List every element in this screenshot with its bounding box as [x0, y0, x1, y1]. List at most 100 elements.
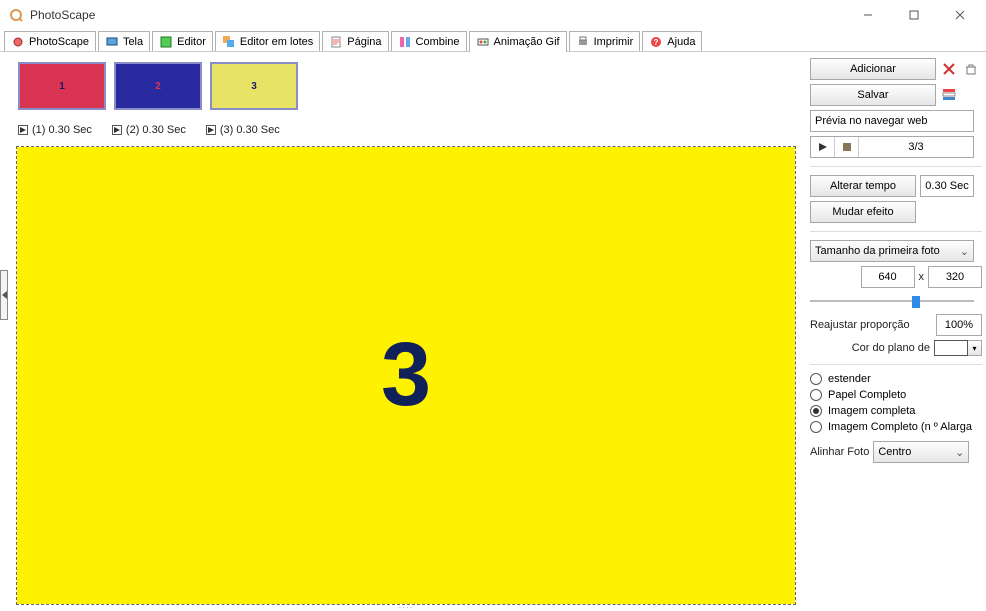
right-panel: Adicionar Salvar Prévia no navegar web 3…: [806, 52, 986, 609]
tab-label: Página: [347, 36, 381, 48]
slider-thumb[interactable]: [912, 296, 920, 308]
select-value: Centro: [878, 446, 911, 458]
frame-thumb-3[interactable]: 3: [210, 62, 298, 110]
tab-label: Imprimir: [594, 36, 634, 48]
radio-label: estender: [828, 373, 871, 385]
print-icon: [576, 35, 590, 49]
remove-frame-button[interactable]: [940, 60, 958, 78]
width-box[interactable]: 640: [861, 266, 915, 288]
bg-color-dropdown[interactable]: ▾: [968, 340, 982, 356]
readjust-label: Reajustar proporção: [810, 319, 910, 331]
tab-editor-lotes[interactable]: Editor em lotes: [215, 31, 320, 51]
align-photo-label: Alinhar Foto: [810, 446, 869, 458]
size-mode-select[interactable]: Tamanho da primeira foto ⌄: [810, 240, 974, 262]
fit-extend-radio[interactable]: estender: [810, 373, 982, 385]
tab-animacao-gif[interactable]: Animação Gif: [469, 31, 567, 52]
tab-pagina[interactable]: Página: [322, 31, 388, 51]
preview-frame-number: 3: [381, 324, 431, 427]
frame-label: (3) 0.30 Sec: [220, 124, 280, 136]
tab-label: Ajuda: [667, 36, 695, 48]
chevron-down-icon: ⌄: [960, 245, 969, 258]
preview-web-box[interactable]: Prévia no navegar web: [810, 110, 974, 132]
frame-label: (1) 0.30 Sec: [32, 124, 92, 136]
play-icon: [18, 125, 28, 135]
change-effect-button[interactable]: Mudar efeito: [810, 201, 916, 223]
left-pane: 1 2 3 (1) 0.30 Sec (2) 0.30 Sec (3) 0.30…: [0, 52, 806, 609]
separator: [810, 364, 982, 365]
frame-timing-2[interactable]: (2) 0.30 Sec: [112, 124, 186, 136]
tab-photoscape[interactable]: PhotoScape: [4, 31, 96, 51]
radio-label: Papel Completo: [828, 389, 906, 401]
align-photo-select[interactable]: Centro ⌄: [873, 441, 969, 463]
frame-timing-3[interactable]: (3) 0.30 Sec: [206, 124, 280, 136]
select-value: Tamanho da primeira foto: [815, 245, 940, 257]
frame-thumb-2[interactable]: 2: [114, 62, 202, 110]
thumb-number: 1: [59, 81, 65, 92]
preview-canvas[interactable]: 3: [17, 147, 795, 604]
frame-label: (2) 0.30 Sec: [126, 124, 186, 136]
play-icon: [206, 125, 216, 135]
title-bar: PhotoScape: [0, 0, 986, 30]
separator: [810, 166, 982, 167]
tab-editor[interactable]: Editor: [152, 31, 213, 51]
frame-thumb-1[interactable]: 1: [18, 62, 106, 110]
fit-full-paper-radio[interactable]: Papel Completo: [810, 389, 982, 401]
chevron-down-icon: ⌄: [955, 446, 964, 459]
change-time-button[interactable]: Alterar tempo: [810, 175, 916, 197]
tab-ajuda[interactable]: ? Ajuda: [642, 31, 702, 51]
size-slider[interactable]: [810, 294, 974, 308]
save-button[interactable]: Salvar: [810, 84, 936, 106]
tab-strip: PhotoScape Tela Editor Editor em lotes P…: [0, 30, 986, 52]
separator: [810, 231, 982, 232]
button-label: Mudar efeito: [832, 206, 893, 218]
radio-label: Imagem completa: [828, 405, 915, 417]
stop-button[interactable]: [835, 137, 859, 157]
button-label: Salvar: [857, 89, 888, 101]
fit-full-image-radio[interactable]: Imagem completa: [810, 405, 982, 417]
thumb-number: 2: [155, 81, 161, 92]
app-icon: [8, 7, 24, 23]
layers-stack-button[interactable]: [940, 86, 958, 104]
tab-label: Tela: [123, 36, 143, 48]
value-text: 640: [878, 271, 896, 283]
radio-icon: [810, 373, 822, 385]
status-text: Prévia no navegar web: [815, 115, 928, 127]
thumb-number: 3: [251, 81, 257, 92]
editor-icon: [159, 35, 173, 49]
window-controls: [854, 5, 978, 25]
bg-color-swatch[interactable]: [934, 340, 968, 356]
tab-label: Editor: [177, 36, 206, 48]
combine-icon: [398, 35, 412, 49]
tab-label: Animação Gif: [494, 36, 560, 48]
screen-icon: [105, 35, 119, 49]
play-button[interactable]: [811, 137, 835, 157]
button-label: Adicionar: [850, 63, 896, 75]
resize-handle[interactable]: ::::: [398, 600, 413, 611]
tab-imprimir[interactable]: Imprimir: [569, 31, 641, 51]
close-button[interactable]: [946, 5, 974, 25]
value-text: 100%: [945, 319, 973, 331]
percent-box[interactable]: 100%: [936, 314, 982, 336]
maximize-button[interactable]: [900, 5, 928, 25]
tab-label: Editor em lotes: [240, 36, 313, 48]
time-value-box[interactable]: 0.30 Sec: [920, 175, 974, 197]
radio-label: Imagem Completo (n º Alarga: [828, 421, 972, 433]
batch-icon: [222, 35, 236, 49]
height-box[interactable]: 320: [928, 266, 982, 288]
tab-tela[interactable]: Tela: [98, 31, 150, 51]
svg-text:?: ?: [654, 38, 659, 47]
value-text: 320: [946, 271, 964, 283]
help-icon: ?: [649, 35, 663, 49]
button-label: Alterar tempo: [830, 180, 896, 192]
tab-combine[interactable]: Combine: [391, 31, 467, 51]
thumbnail-strip: 1 2 3: [16, 60, 802, 120]
add-button[interactable]: Adicionar: [810, 58, 936, 80]
playback-controls: 3/3: [810, 136, 974, 158]
fit-full-image-nowide-radio[interactable]: Imagem Completo (n º Alarga: [810, 421, 982, 433]
frame-timing-row: (1) 0.30 Sec (2) 0.30 Sec (3) 0.30 Sec: [16, 120, 802, 146]
play-icon: [112, 125, 122, 135]
minimize-button[interactable]: [854, 5, 882, 25]
frame-timing-1[interactable]: (1) 0.30 Sec: [18, 124, 92, 136]
tab-label: PhotoScape: [29, 36, 89, 48]
clear-frames-button[interactable]: [962, 60, 980, 78]
